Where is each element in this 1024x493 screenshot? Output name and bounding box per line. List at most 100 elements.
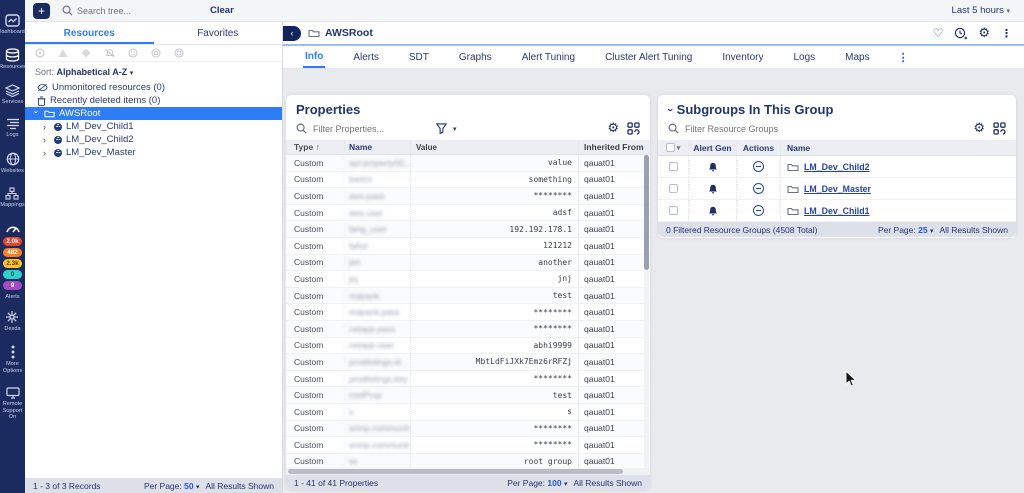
tab-alerts[interactable]: Alerts [351, 47, 381, 67]
tab-cluster-alert-tuning[interactable]: Cluster Alert Tuning [603, 47, 694, 67]
sort-control[interactable]: Sort: Alphabetical A-Z ▾ [25, 62, 282, 79]
subgroup-row[interactable]: LM_Dev_Child1 [658, 200, 1016, 222]
sidebar-item-mappings[interactable]: Mappings [0, 187, 24, 208]
unack-filter-icon[interactable] [151, 48, 161, 58]
property-row[interactable]: Custom jan another qauat01 [286, 255, 650, 272]
tree-item-unmonitored[interactable]: Unmonitored resources (0) [25, 81, 282, 94]
tree-item-child[interactable]: › LM_Dev_Child1 [25, 120, 282, 133]
tree-item-awsroot-selected[interactable]: › AWSRoot [25, 107, 282, 120]
settings-gear-icon[interactable]: ⚙ [978, 27, 990, 40]
property-row[interactable]: Custom jnj jnj qauat01 [286, 271, 650, 288]
chevron-right-icon[interactable]: › [43, 122, 50, 132]
sdt-bell-slash-icon[interactable] [104, 48, 115, 58]
per-page-control[interactable]: Per Page: 25 ▾ [878, 225, 934, 235]
select-caret-icon[interactable]: ▾ [677, 144, 681, 152]
property-row[interactable]: Custom rootProp test qauat01 [286, 387, 650, 404]
column-header-value[interactable]: Value [410, 140, 578, 154]
subgroup-link[interactable]: LM_Dev_Master [804, 184, 871, 194]
tab-sdt[interactable]: SDT [407, 47, 431, 67]
filter-properties-input[interactable] [313, 124, 430, 134]
sidebar-item-remote-support[interactable]: Remote Support On [0, 387, 25, 420]
subgroup-row[interactable]: LM_Dev_Child2 [658, 156, 1016, 178]
filter-funnel-icon[interactable] [436, 123, 447, 134]
chevron-right-icon[interactable]: › [43, 148, 50, 158]
add-button[interactable]: + [33, 3, 50, 19]
tab-maps[interactable]: Maps [843, 47, 871, 67]
horizontal-scrollbar[interactable] [286, 468, 650, 475]
more-tabs-icon[interactable]: ⋮ [898, 51, 909, 64]
remove-action-icon[interactable] [753, 183, 764, 194]
sort-value[interactable]: Alphabetical A-Z [57, 67, 128, 77]
property-row[interactable]: Custom netapp.user abhi9999 qauat01 [286, 338, 650, 355]
sidebar-item-dashboards[interactable]: Dashboards [0, 14, 28, 35]
subgroup-row[interactable]: LM_Dev_Master [658, 178, 1016, 200]
sidebar-item-websites[interactable]: Websites [1, 152, 24, 174]
alert-count-badge[interactable]: 9 [3, 281, 22, 290]
row-checkbox[interactable] [669, 206, 678, 215]
property-row[interactable]: Custom prodlistings.id MbtLdFiJXk7Emz6rR… [286, 354, 650, 371]
remove-action-icon[interactable] [753, 161, 764, 172]
time-range-selector[interactable]: Last 5 hours ▾ [952, 5, 1010, 16]
property-row[interactable]: Custom fang_user 192.192.178.1 qauat01 [286, 221, 650, 238]
alert-count-badge[interactable]: 482 [3, 248, 22, 257]
cleared-filter-icon[interactable] [174, 48, 184, 58]
tab-alert-tuning[interactable]: Alert Tuning [520, 47, 577, 67]
per-page-control[interactable]: Per Page: 50 ▾ [144, 481, 200, 491]
column-header-actions[interactable]: Actions [736, 140, 780, 155]
column-header-name[interactable]: Name [780, 140, 1016, 155]
table-settings-gear-icon[interactable]: ⚙ [973, 122, 985, 135]
subgroup-link[interactable]: LM_Dev_Child2 [804, 162, 870, 172]
remove-action-icon[interactable] [753, 205, 764, 216]
chevron-right-icon[interactable]: › [43, 135, 50, 145]
column-header-name[interactable]: Name [344, 142, 410, 152]
row-checkbox[interactable] [669, 184, 678, 193]
property-row[interactable]: Custom aws.user adsf qauat01 [286, 205, 650, 222]
column-chooser-icon[interactable] [993, 122, 1006, 135]
tab-logs[interactable]: Logs [791, 47, 817, 67]
collapse-section-icon[interactable]: › [664, 108, 676, 112]
dead-face-filter-icon[interactable] [128, 48, 138, 58]
tree-item-child[interactable]: › LM_Dev_Master [25, 146, 282, 159]
column-header-type[interactable]: Type ↑ [286, 142, 344, 152]
column-header-inherited-from[interactable]: Inherited From [578, 140, 650, 154]
vertical-scrollbar[interactable] [644, 155, 649, 468]
property-row[interactable]: Custom api-property00... value qauat01 [286, 155, 650, 172]
property-row[interactable]: Custom snmp.community ******** qauat01 [286, 421, 650, 438]
property-row[interactable]: Custom s s qauat01 [286, 404, 650, 421]
history-clock-icon[interactable] [954, 27, 967, 40]
favorite-heart-icon[interactable]: ♡ [933, 26, 944, 40]
collapse-tree-button[interactable]: ‹ [283, 26, 301, 41]
tree-item-child[interactable]: › LM_Dev_Child2 [25, 133, 282, 146]
subgroup-link[interactable]: LM_Dev_Child1 [804, 206, 870, 216]
tab-resources[interactable]: Resources [25, 22, 154, 44]
sidebar-item-services[interactable]: Services [2, 84, 23, 105]
sidebar-item-dexda[interactable]: Dexda [4, 310, 20, 332]
sidebar-item-more-options[interactable]: More Options [0, 345, 25, 374]
alert-count-badge[interactable]: 2.3k [3, 259, 22, 268]
tab-inventory[interactable]: Inventory [720, 47, 765, 67]
tree-item-recently-deleted[interactable]: Recently deleted items (0) [25, 94, 282, 107]
search-tree-input[interactable] [77, 6, 177, 16]
sidebar-item-alerts[interactable]: 2.0k4822.3k09 Alerts [3, 222, 22, 300]
table-settings-gear-icon[interactable]: ⚙ [607, 122, 619, 135]
property-row[interactable]: Custom fafsd 121212 qauat01 [286, 238, 650, 255]
clear-search-button[interactable]: Clear [210, 5, 234, 16]
property-row[interactable]: Custom snmp.communit... ******** qauat01 [286, 437, 650, 454]
per-page-control[interactable]: Per Page: 100 ▾ [507, 478, 567, 488]
row-checkbox[interactable] [669, 162, 678, 171]
column-header-alert-gen[interactable]: Alert Gen [688, 140, 736, 155]
funnel-caret-icon[interactable]: ▾ [453, 125, 457, 133]
more-actions-icon[interactable]: ⋮ [1001, 27, 1012, 40]
property-row[interactable]: Custom aws.pass ******** qauat01 [286, 188, 650, 205]
property-row[interactable]: Custom prodlistings.key ******** qauat01 [286, 371, 650, 388]
critical-filter-icon[interactable] [35, 48, 45, 58]
column-chooser-icon[interactable] [627, 122, 640, 135]
warning-filter-icon[interactable] [58, 48, 68, 58]
alert-count-badge[interactable]: 0 [3, 270, 22, 279]
sidebar-item-logs[interactable]: Logs [6, 118, 20, 138]
sidebar-item-resources[interactable]: Resources [0, 48, 26, 70]
property-row[interactable]: Custom banco something qauat01 [286, 172, 650, 189]
alert-count-badge[interactable]: 2.0k [3, 237, 22, 246]
tab-graphs[interactable]: Graphs [457, 47, 494, 67]
tab-info[interactable]: Info [303, 46, 325, 68]
